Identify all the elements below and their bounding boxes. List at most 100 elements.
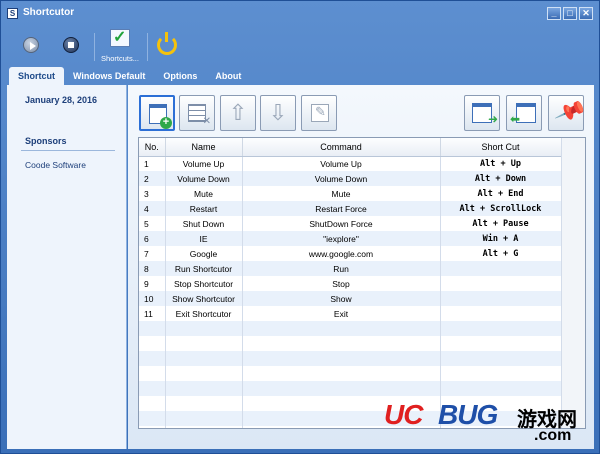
cell-command: www.google.com <box>242 246 441 261</box>
table-header-row: No. Name Command Short Cut <box>139 138 562 157</box>
add-shortcut-icon <box>149 104 172 129</box>
cell-name <box>165 366 243 381</box>
edit-shortcut-button[interactable] <box>301 95 337 131</box>
cell-name <box>165 351 243 366</box>
cell-shortcut: Alt + ScrollLock <box>440 201 562 216</box>
table-row[interactable] <box>139 321 562 336</box>
add-shortcut-button[interactable] <box>139 95 175 131</box>
table-row[interactable] <box>139 336 562 351</box>
move-up-button[interactable]: ⇧ <box>220 95 256 131</box>
cell-no <box>139 366 166 381</box>
table-row[interactable]: 6 IE "iexplore" Win + A <box>139 231 562 246</box>
table-row[interactable]: 8 Run Shortcutor Run <box>139 261 562 276</box>
close-button[interactable]: ✕ <box>579 7 593 20</box>
table-row[interactable]: 9 Stop Shortcutor Stop <box>139 276 562 291</box>
tab-shortcut[interactable]: Shortcut <box>9 67 64 85</box>
toolbar-separator <box>147 33 148 61</box>
table-scrollbar[interactable] <box>561 138 585 428</box>
move-down-button[interactable]: ⇩ <box>260 95 296 131</box>
cell-name: Volume Up <box>165 156 243 171</box>
cell-command: Mute <box>242 186 441 201</box>
delete-shortcut-button[interactable] <box>179 95 215 131</box>
title-bar[interactable]: S Shortcutor _ □ ✕ <box>1 1 599 27</box>
cell-command: Volume Up <box>242 156 441 171</box>
sponsors-heading: Sponsors <box>25 136 67 146</box>
tab-windows-default[interactable]: Windows Default <box>64 67 154 85</box>
power-icon[interactable] <box>157 32 177 55</box>
tab-options[interactable]: Options <box>154 67 206 85</box>
table-row[interactable] <box>139 426 562 428</box>
cell-name: IE <box>165 231 243 246</box>
cell-no <box>139 426 166 428</box>
cell-name: Stop Shortcutor <box>165 276 243 291</box>
table-row[interactable]: 7 Google www.google.com Alt + G <box>139 246 562 261</box>
table-row[interactable]: 10 Show Shortcutor Show <box>139 291 562 306</box>
cell-no: 2 <box>139 171 166 186</box>
move-up-icon: ⇧ <box>228 100 248 125</box>
delete-shortcut-icon <box>188 104 211 127</box>
tab-about[interactable]: About <box>206 67 250 85</box>
table-row[interactable]: 1 Volume Up Volume Up Alt + Up <box>139 156 562 171</box>
column-header-command[interactable]: Command <box>242 138 441 157</box>
table-row[interactable]: 5 Shut Down ShutDown Force Alt + Pause <box>139 216 562 231</box>
cell-shortcut: Alt + End <box>440 186 562 201</box>
cell-command <box>242 381 441 396</box>
table-row[interactable] <box>139 381 562 396</box>
export-button[interactable] <box>506 95 542 131</box>
edit-shortcut-icon <box>311 104 329 122</box>
cell-no: 7 <box>139 246 166 261</box>
start-button[interactable] <box>17 31 45 59</box>
cell-shortcut: Win + A <box>440 231 562 246</box>
minimize-button[interactable]: _ <box>547 7 561 20</box>
pin-icon: 📌 <box>553 95 589 128</box>
sidebar: January 28, 2016 Sponsors Coode Software <box>7 85 127 449</box>
watermark-uc: UC <box>384 399 423 430</box>
cell-name: Shut Down <box>165 216 243 231</box>
play-icon <box>23 37 39 53</box>
cell-command: Exit <box>242 306 441 321</box>
table-row[interactable] <box>139 366 562 381</box>
pin-button[interactable]: 📌 <box>548 95 588 131</box>
cell-no <box>139 321 166 336</box>
window-title: Shortcutor <box>23 7 75 18</box>
table-row[interactable]: 3 Mute Mute Alt + End <box>139 186 562 201</box>
table-row[interactable]: 11 Exit Shortcutor Exit <box>139 306 562 321</box>
table-row[interactable]: 2 Volume Down Volume Down Alt + Down <box>139 171 562 186</box>
move-down-icon: ⇩ <box>268 100 288 125</box>
column-header-shortcut[interactable]: Short Cut <box>440 138 562 157</box>
column-header-no[interactable]: No. <box>139 138 166 157</box>
table-row[interactable] <box>139 351 562 366</box>
cell-shortcut <box>440 321 562 336</box>
table-row[interactable]: 4 Restart Restart Force Alt + ScrollLock <box>139 201 562 216</box>
stop-icon <box>63 37 79 53</box>
shortcut-table[interactable]: No. Name Command Short Cut 1 Volume Up Vol… <box>138 137 586 429</box>
cell-no: 4 <box>139 201 166 216</box>
import-icon <box>472 103 498 126</box>
cell-shortcut <box>440 336 562 351</box>
import-button[interactable] <box>464 95 500 131</box>
cell-name <box>165 321 243 336</box>
app-window: S Shortcutor _ □ ✕ Shortcuts... Shortcut… <box>0 0 600 454</box>
cell-no: 1 <box>139 156 166 171</box>
cell-no: 8 <box>139 261 166 276</box>
watermark-bug: BUG <box>438 399 498 430</box>
table-row[interactable] <box>139 411 562 426</box>
cell-no <box>139 396 166 411</box>
cell-command: Show <box>242 291 441 306</box>
shortcuts-button[interactable]: Shortcuts... <box>98 27 142 67</box>
cell-command <box>242 351 441 366</box>
cell-name <box>165 411 243 426</box>
cell-name <box>165 336 243 351</box>
cell-command <box>242 366 441 381</box>
cell-shortcut <box>440 276 562 291</box>
maximize-button[interactable]: □ <box>563 7 577 20</box>
table-row[interactable] <box>139 396 562 411</box>
cell-name: Show Shortcutor <box>165 291 243 306</box>
sponsor-link[interactable]: Coode Software <box>25 160 86 170</box>
stop-button[interactable] <box>57 31 85 59</box>
checklist-icon <box>110 27 130 47</box>
cell-name <box>165 381 243 396</box>
export-icon <box>510 103 536 126</box>
cell-shortcut: Alt + Up <box>440 156 562 171</box>
column-header-name[interactable]: Name <box>165 138 243 157</box>
